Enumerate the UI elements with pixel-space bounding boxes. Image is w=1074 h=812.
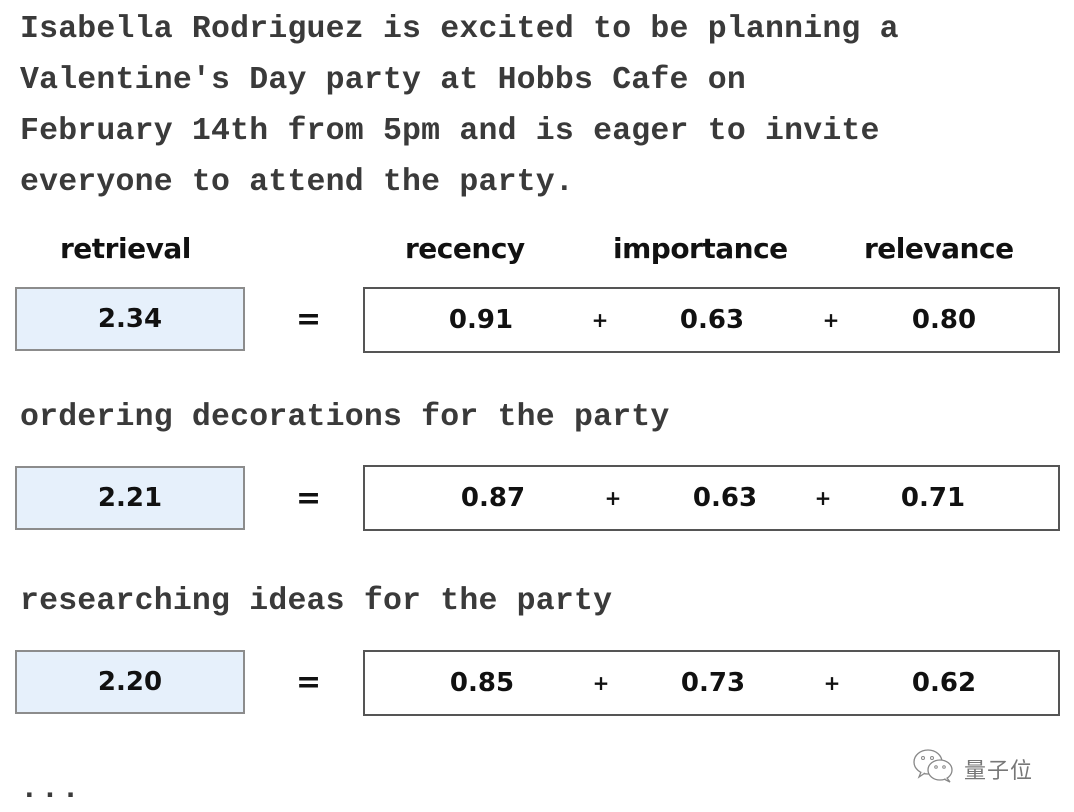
component-scores-box: 0.87 + 0.63 + 0.71 [363, 465, 1060, 531]
plus-sign: + [592, 671, 610, 695]
memory-query-text: ordering decorations for the party [20, 400, 670, 435]
relevance-score: 0.71 [900, 483, 966, 513]
component-scores-box: 0.85 + 0.73 + 0.62 [363, 650, 1060, 716]
header-recency: recency [405, 232, 525, 265]
equals-sign: = [296, 481, 322, 516]
plus-sign: + [591, 308, 609, 332]
memory-summary-text: Isabella Rodriguez is excited to be plan… [20, 12, 899, 200]
retrieval-score-box: 2.21 [15, 466, 245, 530]
component-scores-box: 0.91 + 0.63 + 0.80 [363, 287, 1060, 353]
header-relevance: relevance [864, 232, 1014, 265]
recency-score: 0.87 [460, 483, 526, 513]
ellipsis: ... [20, 772, 82, 807]
memory-query-text: researching ideas for the party [20, 584, 613, 619]
equals-sign: = [296, 302, 322, 337]
plus-sign: + [823, 671, 841, 695]
relevance-score: 0.80 [911, 305, 977, 335]
equals-sign: = [296, 665, 322, 700]
watermark-text: 量子位 [964, 758, 1034, 784]
plus-sign: + [822, 308, 840, 332]
retrieval-score: 2.34 [97, 304, 163, 334]
relevance-score: 0.62 [911, 668, 977, 698]
plus-sign: + [814, 486, 832, 510]
retrieval-score: 2.20 [97, 667, 163, 697]
recency-score: 0.91 [448, 305, 514, 335]
watermark: 量子位 [912, 748, 1033, 789]
importance-score: 0.63 [692, 483, 758, 513]
retrieval-score-box: 2.34 [15, 287, 245, 351]
retrieval-score-box: 2.20 [15, 650, 245, 714]
wechat-icon [912, 748, 956, 789]
plus-sign: + [604, 486, 622, 510]
header-importance: importance [613, 232, 788, 265]
recency-score: 0.85 [449, 668, 515, 698]
importance-score: 0.63 [679, 305, 745, 335]
header-retrieval: retrieval [60, 232, 191, 265]
retrieval-score: 2.21 [97, 483, 163, 513]
importance-score: 0.73 [680, 668, 746, 698]
